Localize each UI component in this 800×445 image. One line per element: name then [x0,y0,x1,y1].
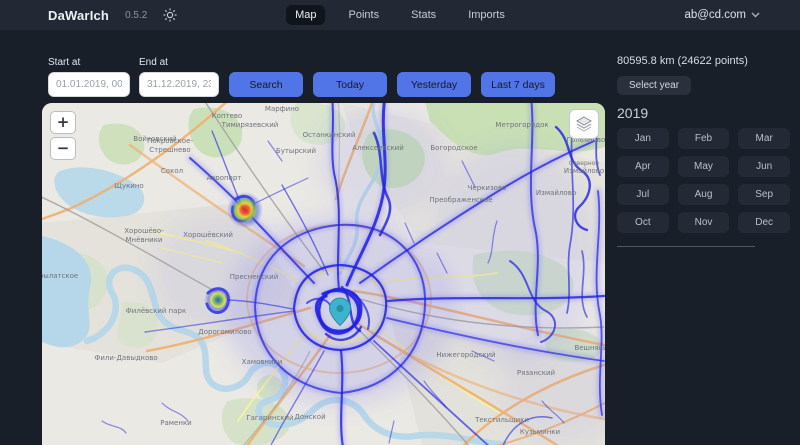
last-7-days-button[interactable]: Last 7 days [481,72,555,97]
year-heading: 2019 [617,105,790,121]
map-label: Тимирязевский [221,121,279,129]
sun-icon [163,8,177,22]
map-label: Текстильщики [474,416,529,424]
map-label: Хорошёво- [124,227,164,235]
yesterday-button[interactable]: Yesterday [397,72,471,97]
user-email: ab@cd.com [684,9,746,21]
app-brand: DaWarIch [48,8,109,23]
end-at-field: End at [139,57,219,97]
distance-summary: 80595.8 km (24622 points) [617,55,790,67]
month-button-feb[interactable]: Feb [678,128,730,149]
map-label: Бутырский [276,147,316,155]
sidebar-divider [617,246,755,247]
map-canvas: Покровское-СтрешневоКоптевоТимирязевский… [42,103,605,445]
map-label: Филёвский парк [126,307,186,315]
month-button-may[interactable]: May [678,156,730,177]
nav-tab-map[interactable]: Map [286,5,325,25]
map[interactable]: + − [42,103,605,445]
main-nav: Map Points Stats Imports [286,0,514,30]
map-label: Мнёвники [126,236,163,244]
map-label: Вешняки [574,344,605,352]
map-zoom-control: + − [50,111,76,160]
right-sidebar: 80595.8 km (24622 points) Select year 20… [617,55,790,247]
map-label: Северное [569,160,600,167]
app-version: 0.5.2 [125,10,147,21]
map-label: Дорогомилово [198,328,251,336]
topbar: DaWarIch 0.5.2 Map Points Stats Imports … [0,0,800,30]
map-label: Сокол [161,167,183,175]
month-button-jul[interactable]: Jul [617,184,669,205]
map-label: Фили-Давыдково [94,354,157,362]
month-button-aug[interactable]: Aug [678,184,730,205]
theme-toggle-button[interactable] [163,8,177,22]
today-button[interactable]: Today [313,72,387,97]
start-at-input[interactable] [48,72,130,97]
zoom-out-button[interactable]: − [50,137,76,160]
map-label: Марфино [265,105,299,113]
heatmap-spot-west [204,286,232,314]
map-label: Коптево [212,112,243,120]
map-label: Аэропорт [207,174,242,182]
search-button[interactable]: Search [229,72,303,97]
map-label: Нижегородский [436,351,495,359]
map-label: Измайлово [536,189,576,197]
month-button-dec[interactable]: Dec [738,212,790,233]
map-label: Гагаринский [246,414,293,422]
map-label: Пресненский [230,273,279,281]
month-button-sep[interactable]: Sep [738,184,790,205]
map-label: Раменки [160,419,191,427]
map-label: Измайлово [564,167,604,175]
nav-tab-stats[interactable]: Stats [402,5,445,25]
layers-control-button[interactable] [569,109,599,139]
map-label: Черкизово [468,184,507,192]
map-label: Крылатское [42,272,78,280]
end-at-label: End at [139,57,219,68]
layers-icon [574,114,594,134]
month-button-nov[interactable]: Nov [678,212,730,233]
map-label: Метрогородок [495,121,548,129]
heatmap-spot-north [227,192,263,228]
map-label: Щукино [114,182,143,190]
start-at-label: Start at [48,57,130,68]
filter-bar: Start at End at Search Today Yesterday L… [48,57,555,97]
month-button-jan[interactable]: Jan [617,128,669,149]
map-label: Донской [294,413,325,421]
map-label: Стрешнево [149,146,190,154]
zoom-in-button[interactable]: + [50,111,76,134]
month-grid: Jan Feb Mar Apr May Jun Jul Aug Sep Oct … [617,128,790,233]
map-label: Хамовники [242,358,283,366]
select-year-button[interactable]: Select year [617,76,691,95]
map-label: Войковский [133,135,176,143]
month-button-apr[interactable]: Apr [617,156,669,177]
end-at-input[interactable] [139,72,219,97]
map-label: Кузьминки [520,428,560,436]
start-at-field: Start at [48,57,130,97]
chevron-down-icon [751,12,760,18]
nav-tab-points[interactable]: Points [340,5,389,25]
map-label: Останкинский [303,131,356,139]
map-label: Алексеевский [352,144,404,152]
map-label: Богородское [430,144,477,152]
map-label: Преображенское [429,196,492,204]
month-button-mar[interactable]: Mar [738,128,790,149]
map-label: Хорошёвский [183,231,233,239]
month-button-jun[interactable]: Jun [738,156,790,177]
nav-tab-imports[interactable]: Imports [459,5,514,25]
map-label: Рязанский [517,369,555,377]
user-menu[interactable]: ab@cd.com [684,9,760,21]
month-button-oct[interactable]: Oct [617,212,669,233]
